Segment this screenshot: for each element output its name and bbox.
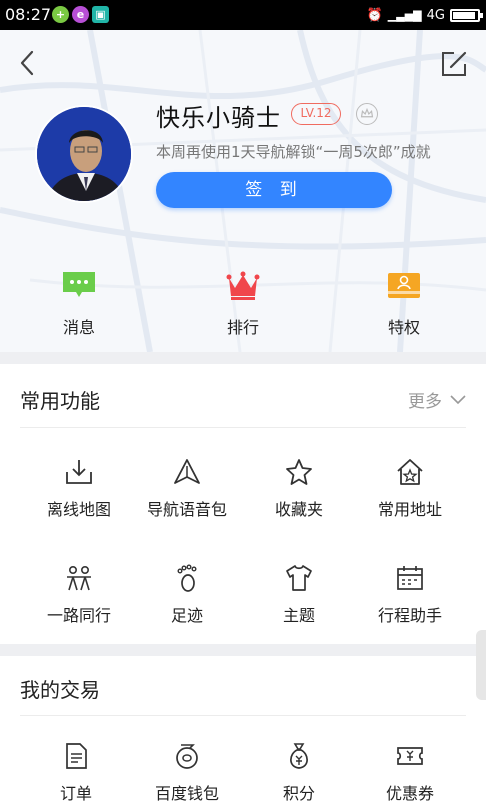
quick-ranking-label: 排行 <box>226 318 259 337</box>
people-icon <box>67 565 91 591</box>
crown-icon <box>226 271 260 300</box>
avatar[interactable] <box>35 105 133 203</box>
grid-favorites[interactable]: 收藏夹 <box>244 458 354 538</box>
grid-common-address[interactable]: 常用地址 <box>355 458 465 538</box>
grid-trip-assistant-label: 行程助手 <box>377 606 442 625</box>
document-icon <box>66 743 87 769</box>
grid-trip-assistant[interactable]: 行程助手 <box>355 564 465 644</box>
more-label: 更多 <box>408 392 442 412</box>
grid-coupons-label: 优惠券 <box>385 784 434 803</box>
alarm-icon: ⏰ <box>366 7 383 23</box>
section-gap <box>0 644 486 656</box>
star-icon <box>286 459 312 485</box>
chevron-down-icon <box>450 394 466 404</box>
status-bar: 08:27 + e ▣ ⏰ ▁▃▅▇ 4G <box>0 0 486 30</box>
common-functions-title: 常用功能 <box>20 389 100 413</box>
grid-voice-pack-label: 导航语音包 <box>146 500 227 519</box>
status-indicators: ⏰ ▁▃▅▇ 4G <box>366 5 483 25</box>
money-bag-icon <box>290 743 308 769</box>
battery-icon <box>450 8 483 22</box>
scan-notification-icon: ▣ <box>92 6 109 23</box>
grid-voice-pack[interactable]: 导航语音包 <box>132 458 242 538</box>
section-divider <box>20 715 466 716</box>
grid-baidu-wallet[interactable]: 百度钱包 <box>132 742 242 812</box>
download-tray-icon <box>66 460 92 484</box>
my-trade-title: 我的交易 <box>20 678 100 702</box>
vip-card-icon <box>388 273 420 298</box>
section-gap <box>0 352 486 364</box>
grid-common-address-label: 常用地址 <box>377 500 442 519</box>
grid-offline-map[interactable]: 离线地图 <box>24 458 134 538</box>
checkin-button[interactable]: 签 到 <box>156 172 392 208</box>
grid-coupons[interactable]: 优惠券 <box>355 742 465 812</box>
achievement-hint: 本周再使用1天导航解锁“一周5次郎”成就 <box>156 143 431 161</box>
grid-orders[interactable]: 订单 <box>21 742 131 812</box>
username: 快乐小骑士 <box>156 104 281 132</box>
crown-badge-icon[interactable] <box>356 103 378 125</box>
home-star-icon <box>397 459 423 485</box>
scroll-handle[interactable] <box>476 630 486 700</box>
tshirt-icon <box>286 565 312 591</box>
quick-messages-label: 消息 <box>62 318 95 337</box>
back-icon[interactable] <box>14 48 42 78</box>
avatar-photo <box>37 107 131 201</box>
browser-notification-icon: e <box>72 6 89 23</box>
grid-theme[interactable]: 主题 <box>244 564 354 644</box>
profile-header: 快乐小骑士 LV.12 本周再使用1天导航解锁“一周5次郎”成就 签 到 消息 … <box>0 30 486 352</box>
footprint-icon <box>177 564 197 592</box>
navigation-arrow-icon <box>174 459 200 484</box>
grid-travel-together[interactable]: 一路同行 <box>24 564 134 644</box>
wallet-icon <box>176 744 198 769</box>
grid-baidu-wallet-label: 百度钱包 <box>154 784 219 803</box>
edit-icon[interactable] <box>440 50 468 78</box>
quick-ranking[interactable]: 排行 <box>188 270 298 340</box>
coupon-icon <box>397 747 423 765</box>
quick-privilege-label: 特权 <box>387 318 420 337</box>
quick-messages[interactable]: 消息 <box>24 270 134 340</box>
grid-points[interactable]: 积分 <box>244 742 354 812</box>
level-badge[interactable]: LV.12 <box>291 103 341 125</box>
grid-footprint[interactable]: 足迹 <box>132 564 242 644</box>
status-time: 08:27 <box>5 5 52 24</box>
section-divider <box>20 427 466 428</box>
more-link[interactable]: 更多 <box>408 387 466 412</box>
grid-footprint-label: 足迹 <box>170 606 203 625</box>
message-icon <box>63 272 95 297</box>
app-notification-icon: + <box>52 6 69 23</box>
calendar-icon <box>397 566 423 590</box>
signal-icon: ▁▃▅▇ <box>387 8 422 22</box>
quick-privilege[interactable]: 特权 <box>349 270 459 340</box>
network-type: 4G <box>426 7 445 23</box>
